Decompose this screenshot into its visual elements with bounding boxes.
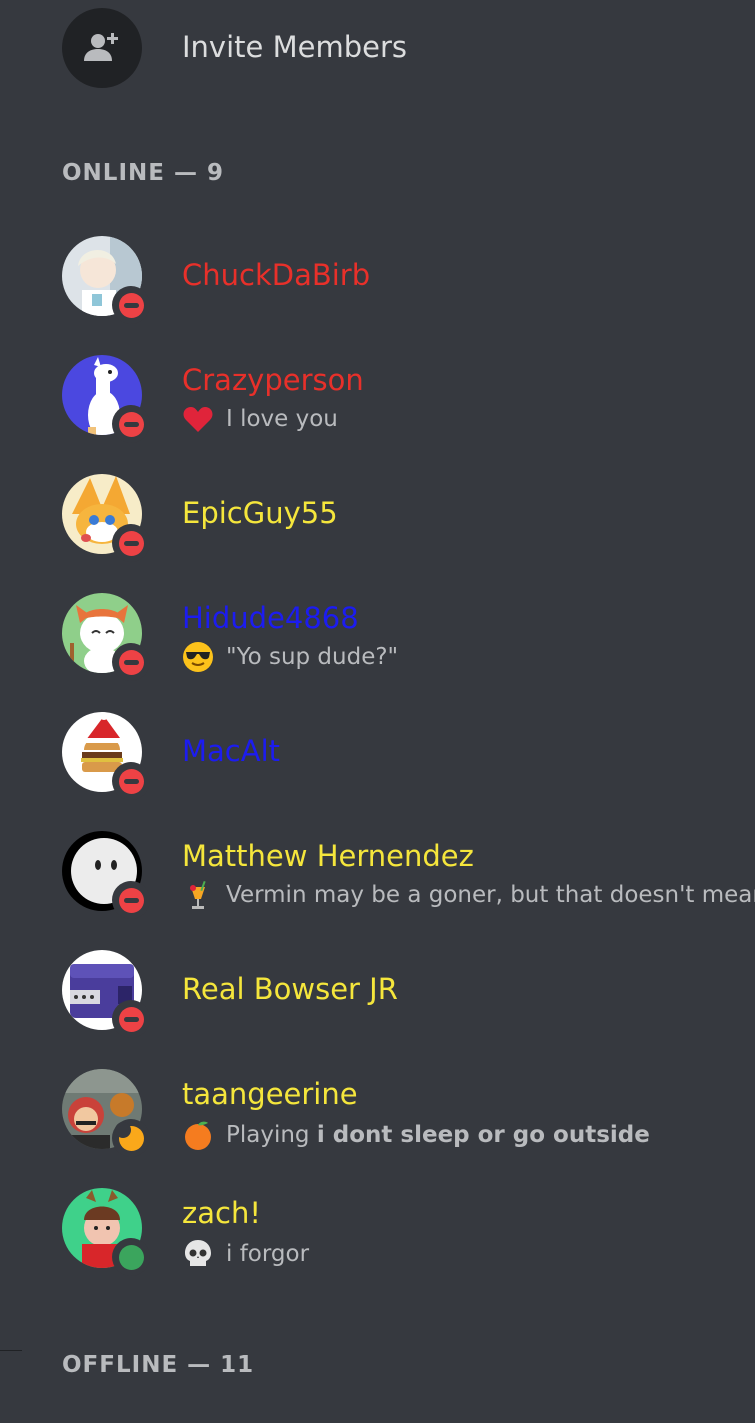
offline-section-header: OFFLINE — 11	[62, 1352, 255, 1378]
avatar	[62, 474, 150, 562]
member-name: taangeerine	[182, 1077, 358, 1111]
dnd-status-icon	[112, 762, 150, 800]
member-row-zach[interactable]: zach! i forgor	[62, 1188, 755, 1276]
invite-members-label[interactable]: Invite Members	[182, 30, 407, 64]
activity-text: Vermin may be a goner, but that doesn't …	[226, 882, 755, 908]
member-name: MacAlt	[182, 734, 281, 768]
member-row-hidude4868[interactable]: Hidude4868 "Yo sup dude?"	[62, 593, 755, 681]
divider	[0, 1350, 22, 1351]
activity-text: I love you	[226, 406, 338, 432]
member-name: Hidude4868	[182, 601, 359, 635]
member-row-crazyperson[interactable]: Crazyperson I love you	[62, 355, 755, 443]
member-row-epicguy55[interactable]: EpicGuy55	[62, 474, 755, 562]
dnd-status-icon	[112, 286, 150, 324]
online-section-header: ONLINE — 9	[62, 160, 224, 186]
activity-text: i forgor	[226, 1241, 310, 1267]
member-name: Real Bowser JR	[182, 972, 398, 1006]
avatar	[62, 236, 150, 324]
tangerine-emoji-icon	[185, 1121, 211, 1150]
member-activity: I love you	[182, 403, 338, 435]
member-row-taangeerine[interactable]: taangeerine Playing i dont sleep or go o…	[62, 1069, 755, 1157]
invite-members-button[interactable]	[62, 8, 142, 88]
dnd-status-icon	[112, 524, 150, 562]
avatar	[62, 831, 150, 919]
member-row-macalt[interactable]: MacAlt	[62, 712, 755, 800]
member-activity: Playing i dont sleep or go outside	[182, 1119, 650, 1151]
heart-emoji-icon	[183, 407, 213, 432]
member-name: Matthew Hernendez	[182, 839, 474, 873]
member-row-matthew-hernendez[interactable]: Matthew Hernendez Vermin may be a goner,…	[62, 831, 755, 919]
member-row-chuckdabirb[interactable]: ChuckDaBirb	[62, 236, 755, 324]
online-status-icon	[112, 1238, 150, 1276]
idle-status-icon	[112, 1119, 150, 1157]
avatar	[62, 1069, 150, 1157]
activity-prefix: Playing	[226, 1122, 310, 1148]
member-name: zach!	[182, 1196, 261, 1230]
avatar	[62, 712, 150, 800]
sunglasses-emoji-icon	[183, 642, 213, 672]
activity-text: i dont sleep or go outside	[316, 1122, 650, 1148]
member-activity: "Yo sup dude?"	[182, 641, 398, 673]
activity-text: "Yo sup dude?"	[226, 644, 399, 670]
dnd-status-icon	[112, 405, 150, 443]
add-user-icon	[84, 33, 118, 61]
member-activity: i forgor	[182, 1238, 309, 1270]
avatar	[62, 593, 150, 681]
member-list: Invite Members ONLINE — 9 ChuckDaBirb Cr…	[0, 0, 755, 1423]
dnd-status-icon	[112, 643, 150, 681]
tropical-drink-emoji-icon	[190, 880, 206, 909]
avatar	[62, 950, 150, 1038]
member-name: Crazyperson	[182, 363, 364, 397]
member-row-real-bowser-jr[interactable]: Real Bowser JR	[62, 950, 755, 1038]
member-name: ChuckDaBirb	[182, 258, 371, 292]
dnd-status-icon	[112, 881, 150, 919]
avatar	[62, 355, 150, 443]
member-activity: Vermin may be a goner, but that doesn't …	[182, 879, 755, 911]
skull-emoji-icon	[185, 1240, 211, 1266]
avatar	[62, 1188, 150, 1276]
member-name: EpicGuy55	[182, 496, 338, 530]
dnd-status-icon	[112, 1000, 150, 1038]
